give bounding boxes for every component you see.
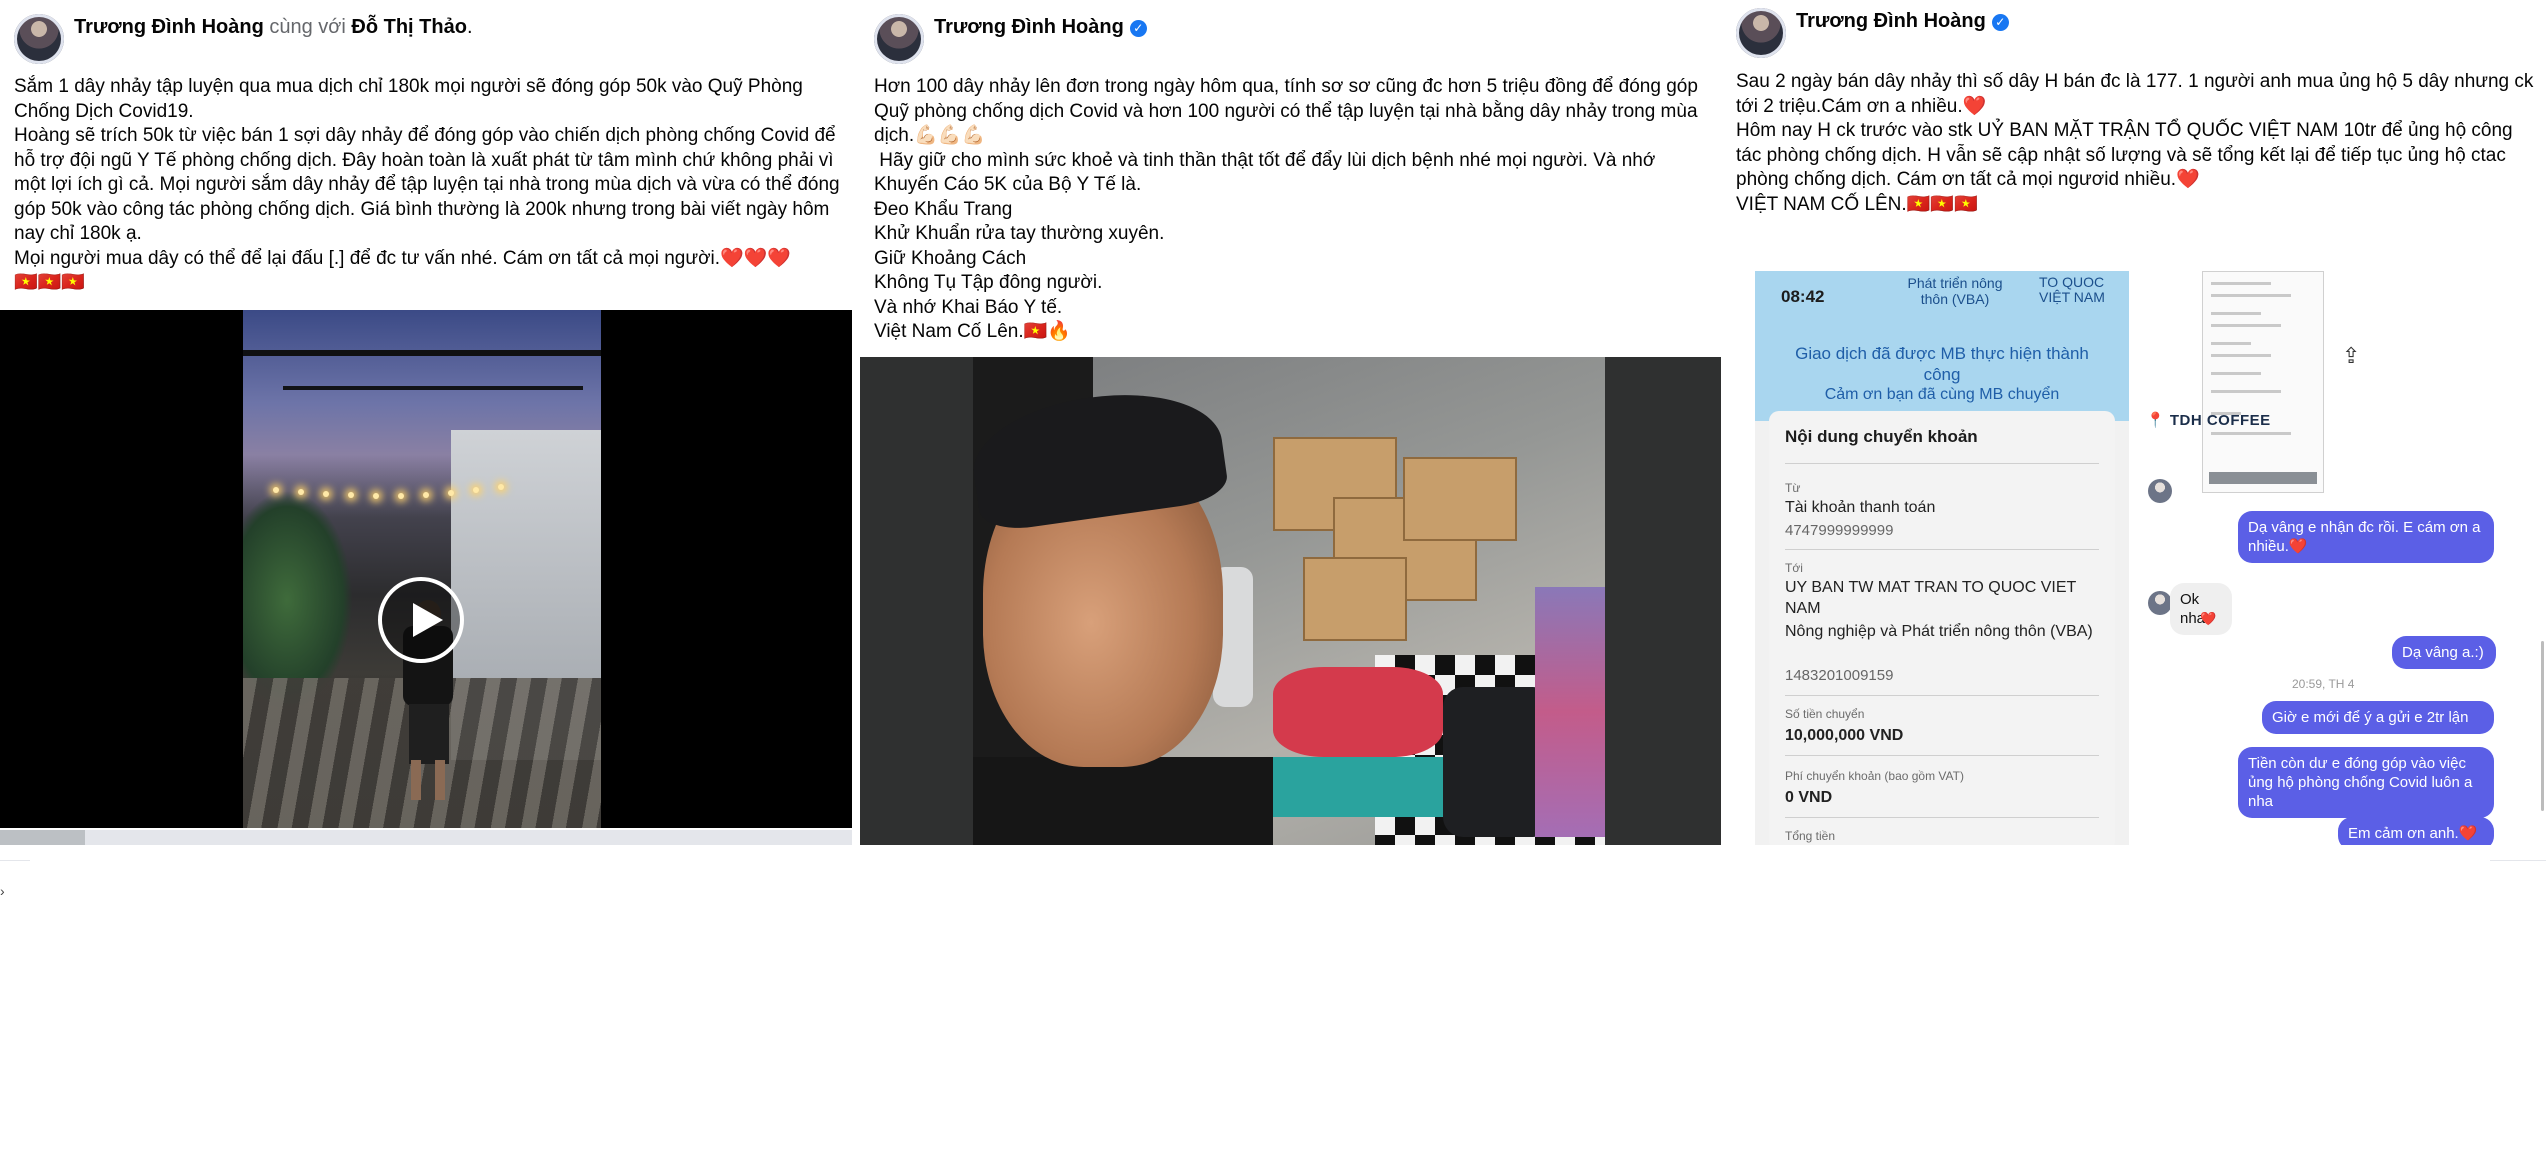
message-out: Dạ vâng a.:): [2392, 636, 2496, 669]
author-name[interactable]: Trương Đình Hoàng: [74, 16, 264, 38]
message-out: Giờ e mới để ý a gửi e 2tr lận: [2262, 701, 2494, 734]
heart-reaction-icon: ❤️: [2200, 611, 2217, 626]
verified-badge-icon: ✓: [1129, 20, 1147, 37]
post-video[interactable]: [0, 310, 852, 828]
bank-transfer-screenshot[interactable]: 08:42 Phát triển nông thôn (VBA) TO QUOC…: [1755, 271, 2129, 845]
message-in: Ok nha: [2170, 583, 2232, 635]
chat-scrollbar[interactable]: [2541, 641, 2544, 811]
selfie-photo: [973, 357, 1605, 845]
transfer-card: Nội dung chuyển khoản Từ Tài khoản thanh…: [1769, 411, 2115, 845]
author-name[interactable]: Trương Đình Hoàng: [1796, 10, 1986, 32]
from-account: 4747999999999: [1785, 522, 1894, 539]
post-photo[interactable]: [860, 357, 1721, 845]
author-line: Trương Đình Hoàng cùng với Đỗ Thị Thảo.: [74, 14, 473, 40]
from-value: Tài khoản thanh toán: [1785, 499, 1936, 516]
fee-label: Phí chuyển khoản (bao gồm VAT): [1785, 769, 1964, 783]
receipt-thumbnail: [2202, 271, 2324, 493]
author-avatar[interactable]: [874, 14, 924, 64]
red-ropes: [1273, 667, 1443, 757]
video-frame: [243, 310, 601, 828]
bank-top-right: TO QUOC VIỆT NAM: [2039, 274, 2105, 305]
tag-suffix: .: [466, 16, 473, 38]
author-avatar[interactable]: [14, 14, 64, 64]
next-label: Tổng tiền: [1785, 829, 1836, 843]
chat-timestamp: 20:59, TH 4: [2292, 677, 2355, 691]
fee-value: 0 VND: [1785, 789, 1833, 806]
author-line: Trương Đình Hoàng ✓: [934, 14, 1147, 40]
pergola-roof: [243, 350, 601, 416]
share-icon[interactable]: ⇪: [2342, 343, 2360, 369]
video-progress-fill: [0, 830, 86, 845]
card-title: Nội dung chuyển khoản: [1785, 427, 1978, 446]
message-out: Tiền còn dư e đóng góp vào việc ủng hộ p…: [2238, 747, 2494, 818]
play-icon[interactable]: [378, 577, 464, 663]
amount-value: 10,000,000 VND: [1785, 727, 1904, 744]
to-bank: Nông nghiệp và Phát triển nông thôn (VBA…: [1785, 623, 2093, 640]
string-lights: [273, 475, 573, 505]
author-avatar[interactable]: [1736, 8, 1786, 58]
verified-badge-icon: ✓: [1991, 14, 2009, 31]
from-label: Từ: [1785, 481, 1801, 495]
coffee-name: TDH COFFEE: [2169, 412, 2271, 429]
message-out: Em cảm ơn anh.❤️: [2338, 817, 2494, 845]
chat-screenshot[interactable]: ⇪ 📍 TDH COFFEE Dạ vâng e nhận đc rồi. E …: [2142, 271, 2546, 845]
post-card: Trương Đình Hoàng ✓ Sau 2 ngày bán dây nh…: [1722, 0, 2546, 845]
location-tag: 📍 TDH COFFEE: [2146, 412, 2271, 429]
author-name[interactable]: Trương Đình Hoàng: [934, 16, 1124, 38]
to-account: 1483201009159: [1785, 667, 1894, 684]
divider: [2490, 860, 2546, 861]
post-body: Hơn 100 dây nhảy lên đơn trong ngày hôm …: [874, 76, 1698, 342]
tagged-name[interactable]: Đỗ Thị Thảo: [351, 16, 467, 38]
message-out: Dạ vâng e nhận đc rồi. E cám ơn a nhiều.…: [2238, 511, 2494, 563]
post-header: Trương Đình Hoàng ✓: [1736, 8, 2536, 60]
status-time: 08:42: [1781, 287, 1825, 306]
plants: [243, 490, 353, 710]
amount-label: Số tiền chuyển: [1785, 707, 1865, 721]
to-value: UY BAN TW MAT TRAN TO QUOC VIET NAM: [1785, 579, 2077, 617]
post-card: Trương Đình Hoàng ✓ Hơn 100 dây nhảy lên …: [860, 0, 1721, 845]
post-body: Sau 2 ngày bán dây nhảy thì số dây H bán…: [1736, 71, 2534, 215]
post-card: Trương Đình Hoàng cùng với Đỗ Thị Thảo. …: [0, 0, 852, 845]
to-label: Tới: [1785, 561, 1803, 575]
post-header: Trương Đình Hoàng ✓: [874, 14, 1711, 66]
author-line: Trương Đình Hoàng ✓: [1796, 8, 2009, 34]
bank-top-text: Phát triển nông thôn (VBA): [1907, 275, 2003, 307]
post-images[interactable]: 08:42 Phát triển nông thôn (VBA) TO QUOC…: [1722, 265, 2546, 845]
video-progress-bar[interactable]: [0, 830, 852, 845]
with-text: cùng với: [269, 16, 346, 38]
chat-avatar: [2148, 479, 2172, 503]
chat-avatar: [2148, 591, 2172, 615]
thanks-text: Cảm ơn bạn đã cùng MB chuyển: [1824, 386, 2060, 403]
post-header: Trương Đình Hoàng cùng với Đỗ Thị Thảo.: [14, 14, 842, 66]
shirt: [973, 757, 1273, 845]
post-body: Sắm 1 dây nhảy tập luyện qua mua dịch ch…: [14, 76, 840, 293]
divider: [0, 860, 30, 861]
collapse-icon[interactable]: ›: [0, 883, 5, 899]
hanging-bags: [1535, 587, 1605, 837]
success-text: Giao dịch đã được MB thực hiện thành côn…: [1795, 344, 2089, 384]
